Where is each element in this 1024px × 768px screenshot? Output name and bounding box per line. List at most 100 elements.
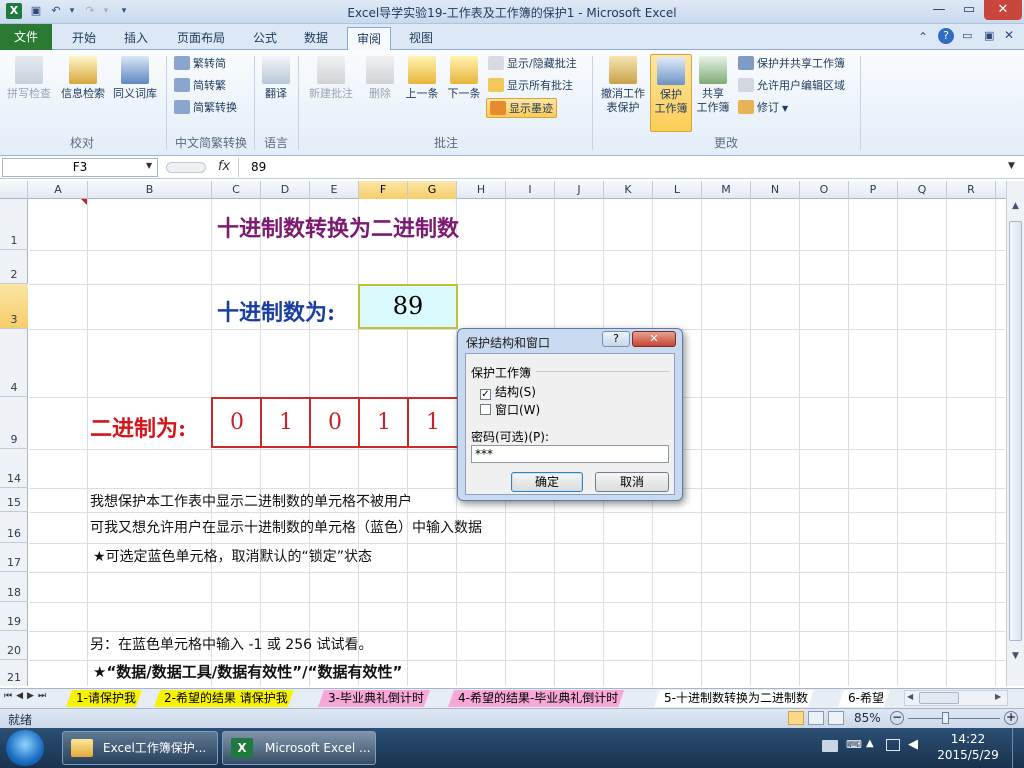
dialog-close-button[interactable]: ✕ (632, 331, 676, 347)
simplified-to-traditional-button[interactable]: 简转繁 (174, 76, 226, 96)
unprotect-sheet-button[interactable]: 撤消工作 表保护 (596, 54, 650, 116)
redo-icon[interactable]: ↷ (82, 3, 98, 19)
sheet-tab-4[interactable]: 4-希望的结果-毕业典礼倒计时 (448, 690, 624, 707)
tab-page-layout[interactable]: 页面布局 (168, 27, 234, 50)
page-layout-view-icon[interactable] (808, 711, 824, 725)
row-header-2[interactable]: 2 (0, 250, 28, 284)
zoom-slider-track[interactable] (908, 718, 1000, 719)
network-icon[interactable] (886, 739, 900, 751)
restore-button[interactable]: ▭ (954, 0, 984, 20)
binary-bit-cell[interactable]: 0 (309, 397, 359, 448)
column-header-f[interactable]: F (359, 181, 408, 199)
column-header-i[interactable]: I (506, 181, 555, 199)
column-header-n[interactable]: N (751, 181, 800, 199)
tab-data[interactable]: 数据 (295, 27, 337, 50)
name-box[interactable]: F3 (2, 158, 158, 177)
column-header-h[interactable]: H (457, 181, 506, 199)
translate-button[interactable]: 翻译 (256, 54, 296, 116)
horizontal-scrollbar[interactable]: ◀ ▶ (904, 690, 1008, 706)
column-header-p[interactable]: P (849, 181, 898, 199)
scroll-right-icon[interactable]: ▶ (995, 692, 1001, 701)
column-header-c[interactable]: C (212, 181, 261, 199)
row-header-4[interactable]: 4 (0, 329, 28, 397)
insert-function-icon[interactable]: fx (214, 159, 234, 174)
column-header-j[interactable]: J (555, 181, 604, 199)
row-header-19[interactable]: 19 (0, 602, 28, 631)
scroll-up-icon[interactable]: ▲ (1009, 201, 1022, 215)
chinese-convert-button[interactable]: 简繁转换 (174, 98, 237, 118)
name-box-dropdown-icon[interactable]: ▼ (146, 161, 152, 170)
sheet-nav-arrows-icon[interactable]: ⏮◀▶⏭ (4, 691, 50, 701)
protect-and-share-button[interactable]: 保护并共享工作簿 (738, 54, 845, 74)
customize-qat-icon[interactable]: ▾ (116, 3, 132, 19)
taskbar-item-excel[interactable]: X Microsoft Excel ... (222, 731, 376, 765)
undo-icon[interactable]: ↶ (48, 3, 64, 19)
spell-check-button[interactable]: 拼写检查 (4, 54, 54, 116)
column-header-l[interactable]: L (653, 181, 702, 199)
row-header-21[interactable]: 21 (0, 660, 28, 686)
binary-bit-cell[interactable]: 1 (260, 397, 310, 448)
expand-formula-icon[interactable]: ▼ (1008, 161, 1015, 171)
sheet-tab-1[interactable]: 1-请保护我 (66, 690, 142, 707)
tab-view[interactable]: 视图 (400, 27, 442, 50)
column-header-k[interactable]: K (604, 181, 653, 199)
row-header-14[interactable]: 14 (0, 449, 28, 488)
binary-bit-cell[interactable]: 1 (407, 397, 457, 448)
row-header-20[interactable]: 20 (0, 631, 28, 660)
column-header-m[interactable]: M (702, 181, 751, 199)
column-header-d[interactable]: D (261, 181, 310, 199)
horizontal-scroll-thumb[interactable] (919, 692, 959, 704)
share-workbook-button[interactable]: 共享 工作簿 (692, 54, 734, 116)
row-header-1[interactable]: 1 (0, 199, 28, 250)
column-header-g[interactable]: G (408, 181, 457, 199)
show-desktop-button[interactable] (1012, 728, 1024, 768)
show-ink-button[interactable]: 显示墨迹 (486, 98, 557, 118)
show-all-comments-button[interactable]: 显示所有批注 (488, 76, 573, 96)
excel-app-icon[interactable]: X (6, 3, 22, 19)
zoom-slider-thumb[interactable] (942, 712, 949, 724)
delete-comment-button[interactable]: 删除 (360, 54, 400, 116)
ok-button[interactable]: 确定 (511, 472, 583, 492)
close-button[interactable]: ✕ (984, 0, 1022, 20)
doc-minimize-icon[interactable]: ▭ (962, 29, 972, 42)
dialog-help-button[interactable]: ? (602, 331, 630, 347)
column-header-r[interactable]: R (947, 181, 996, 199)
column-header-a[interactable]: A (29, 181, 88, 199)
sheet-tab-2[interactable]: 2-希望的结果 请保护我 (154, 690, 294, 707)
structure-checkbox[interactable]: ✓ 结构(S) (480, 383, 536, 400)
vertical-scrollbar[interactable]: ▲ ▼ (1006, 181, 1024, 686)
allow-edit-ranges-button[interactable]: 允许用户编辑区域 (738, 76, 845, 96)
tray-expand-icon[interactable]: ▲ (866, 738, 874, 749)
zoom-level[interactable]: 85% (854, 711, 881, 725)
previous-comment-button[interactable]: 上一条 (400, 54, 444, 116)
thesaurus-button[interactable]: 同义词库 (110, 54, 160, 116)
minimize-button[interactable]: — (924, 0, 954, 20)
formula-input[interactable]: 89 (238, 158, 1006, 177)
column-header-q[interactable]: Q (898, 181, 947, 199)
row-header-15[interactable]: 15 (0, 488, 28, 512)
row-header-3[interactable]: 3 (0, 284, 28, 329)
volume-icon[interactable]: ◀ (908, 737, 918, 752)
scroll-down-icon[interactable]: ▼ (1009, 651, 1022, 665)
sheet-tab-5-active[interactable]: 5-十进制数转换为二进制数 (654, 690, 814, 707)
ime-icon[interactable]: ⌨ (846, 738, 862, 751)
doc-close-icon[interactable]: ✕ (1004, 28, 1014, 42)
collapse-ribbon-icon[interactable]: ⌃ (918, 30, 928, 44)
row-header-16[interactable]: 16 (0, 512, 28, 543)
vertical-scroll-thumb[interactable] (1009, 221, 1022, 641)
traditional-to-simplified-button[interactable]: 繁转简 (174, 54, 226, 74)
keyboard-icon[interactable] (822, 740, 838, 752)
show-hide-comment-button[interactable]: 显示/隐藏批注 (488, 54, 577, 74)
undo-dropdown-icon[interactable]: ▾ (64, 3, 80, 19)
tab-formulas[interactable]: 公式 (244, 27, 286, 50)
next-comment-button[interactable]: 下一条 (442, 54, 486, 116)
column-header-b[interactable]: B (88, 181, 212, 199)
password-field[interactable]: *** (471, 445, 669, 463)
column-header-e[interactable]: E (310, 181, 359, 199)
row-header-17[interactable]: 17 (0, 543, 28, 572)
windows-checkbox[interactable]: 窗口(W) (480, 401, 540, 418)
doc-restore-icon[interactable]: ▣ (984, 29, 994, 42)
zoom-out-icon[interactable]: − (890, 711, 904, 725)
sheet-tab-3[interactable]: 3-毕业典礼倒计时 (318, 690, 430, 707)
tab-home[interactable]: 开始 (63, 27, 105, 50)
